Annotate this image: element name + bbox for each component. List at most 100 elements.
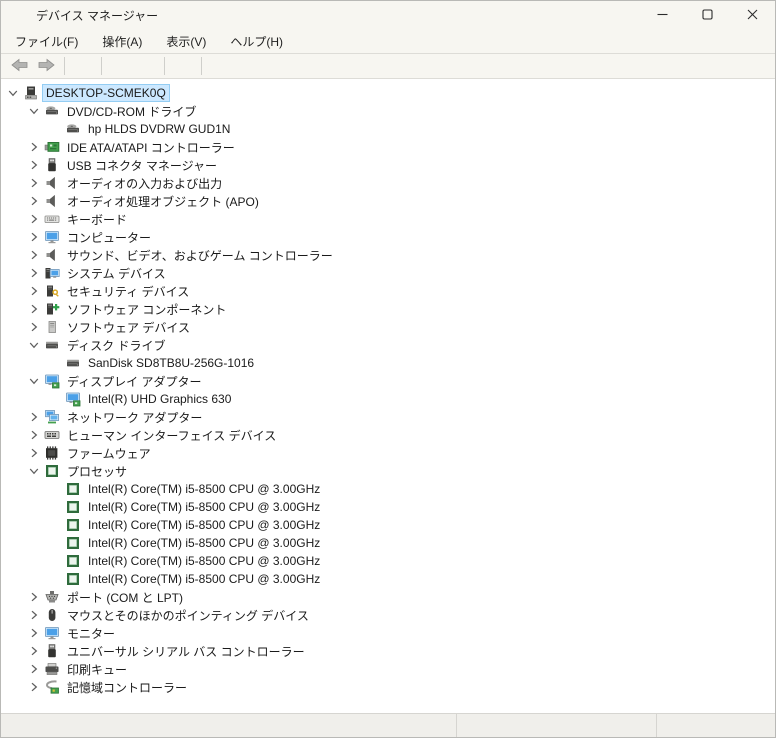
chevron-right-icon[interactable] [24, 319, 44, 335]
tree-item[interactable]: Intel(R) Core(TM) i5-8500 CPU @ 3.00GHz [1, 552, 775, 570]
tree-item[interactable]: 記憶域コントローラー [1, 678, 775, 696]
chevron-right-icon[interactable] [24, 247, 44, 263]
tree-item[interactable]: Intel(R) Core(TM) i5-8500 CPU @ 3.00GHz [1, 534, 775, 552]
tree-item[interactable]: モニター [1, 624, 775, 642]
close-icon [747, 8, 758, 23]
cpu-icon [65, 517, 81, 533]
device-tree: DESKTOP-SCMEK0Q DVD/CD-ROM ドライブ hp HLDS DV… [1, 79, 775, 713]
chevron-right-icon[interactable] [24, 409, 44, 425]
tree-item[interactable]: サウンド、ビデオ、およびゲーム コントローラー [1, 246, 775, 264]
window-title: デバイス マネージャー [36, 9, 159, 23]
speaker-icon [44, 247, 60, 263]
chevron-down-icon[interactable] [24, 103, 44, 119]
chevron-right-icon[interactable] [24, 661, 44, 677]
chevron-right-icon[interactable] [24, 175, 44, 191]
device-manager-icon [12, 8, 28, 24]
storage-controller-icon [44, 679, 60, 695]
tree-item[interactable]: IDE ATA/ATAPI コントローラー [1, 138, 775, 156]
tree-item[interactable]: Intel(R) UHD Graphics 630 [1, 390, 775, 408]
chevron-down-icon[interactable] [24, 373, 44, 389]
chevron-right-icon[interactable] [24, 139, 44, 155]
tree-item-label: hp HLDS DVDRW GUD1N [88, 122, 231, 136]
menu-item-2[interactable]: 表示(V) [157, 30, 215, 53]
tree-item[interactable]: USB コネクタ マネージャー [1, 156, 775, 174]
forward-button[interactable] [34, 55, 58, 77]
minimize-button[interactable] [640, 1, 685, 30]
disk-drive-icon [44, 337, 60, 353]
chevron-right-icon[interactable] [24, 157, 44, 173]
tree-item[interactable]: オーディオ処理オブジェクト (APO) [1, 192, 775, 210]
tree-item[interactable]: コンピューター [1, 228, 775, 246]
ide-controller-icon [44, 139, 60, 155]
tree-item[interactable]: ネットワーク アダプター [1, 408, 775, 426]
chevron-right-icon[interactable] [24, 229, 44, 245]
tree-item[interactable]: ディスク ドライブ [1, 336, 775, 354]
monitor-icon [44, 229, 60, 245]
tree-item[interactable]: プロセッサ [1, 462, 775, 480]
tree-item[interactable]: セキュリティ デバイス [1, 282, 775, 300]
chevron-right-icon[interactable] [24, 211, 44, 227]
tree-item[interactable]: Intel(R) Core(TM) i5-8500 CPU @ 3.00GHz [1, 516, 775, 534]
menu-item-1[interactable]: 操作(A) [93, 30, 151, 53]
status-pane-left [1, 714, 456, 737]
maximize-button[interactable] [685, 1, 730, 30]
tree-item[interactable]: Intel(R) Core(TM) i5-8500 CPU @ 3.00GHz [1, 480, 775, 498]
tree-item[interactable]: キーボード [1, 210, 775, 228]
tree-item[interactable]: ユニバーサル シリアル バス コントローラー [1, 642, 775, 660]
title-bar: デバイス マネージャー [1, 1, 775, 30]
show-console-tree-button[interactable] [71, 55, 98, 85]
tree-item-label: ディスプレイ アダプター [67, 374, 202, 389]
tree-item-label: Intel(R) Core(TM) i5-8500 CPU @ 3.00GHz [88, 554, 321, 568]
close-button[interactable] [730, 1, 775, 30]
chevron-right-icon[interactable] [24, 265, 44, 281]
chevron-right-icon[interactable] [24, 301, 44, 317]
chevron-right-icon[interactable] [24, 445, 44, 461]
toolbar-separator [201, 57, 202, 75]
help-button[interactable]: ? [108, 55, 134, 86]
chevron-right-icon[interactable] [24, 679, 44, 695]
tree-item[interactable]: 印刷キュー [1, 660, 775, 678]
menu-item-3[interactable]: ヘルプ(H) [221, 30, 292, 53]
tree-item-label: Intel(R) Core(TM) i5-8500 CPU @ 3.00GHz [88, 482, 321, 496]
remote-computer-button[interactable] [208, 55, 236, 85]
tree-item[interactable]: ヒューマン インターフェイス デバイス [1, 426, 775, 444]
firmware-icon [44, 445, 60, 461]
tree-item[interactable]: マウスとそのほかのポインティング デバイス [1, 606, 775, 624]
tree-item[interactable]: ディスプレイ アダプター [1, 372, 775, 390]
tree-item[interactable]: SanDisk SD8TB8U-256G-1016 [1, 354, 775, 372]
cpu-icon [65, 499, 81, 515]
chevron-right-icon[interactable] [24, 607, 44, 623]
keyboard-icon [44, 211, 60, 227]
speaker-icon [44, 175, 60, 191]
show-action-pane-button[interactable] [134, 55, 161, 85]
disk-drive-icon [65, 355, 81, 371]
chevron-right-icon[interactable] [24, 193, 44, 209]
chevron-right-icon[interactable] [24, 283, 44, 299]
tree-item[interactable]: ポート (COM と LPT) [1, 588, 775, 606]
tree-item[interactable]: オーディオの入力および出力 [1, 174, 775, 192]
scan-hardware-changes-button[interactable] [171, 55, 199, 84]
chevron-right-icon[interactable] [24, 643, 44, 659]
chevron-right-icon[interactable] [24, 625, 44, 641]
chevron-down-icon[interactable] [24, 337, 44, 353]
back-button[interactable] [8, 55, 32, 77]
tree-item[interactable]: ソフトウェア コンポーネント [1, 300, 775, 318]
menu-item-0[interactable]: ファイル(F) [6, 30, 87, 53]
chevron-down-icon[interactable] [3, 85, 23, 101]
chevron-right-icon[interactable] [24, 427, 44, 443]
tree-item[interactable]: hp HLDS DVDRW GUD1N [1, 120, 775, 138]
tree-item[interactable]: ソフトウェア デバイス [1, 318, 775, 336]
chevron-right-icon[interactable] [24, 589, 44, 605]
chevron-down-icon[interactable] [24, 463, 44, 479]
toolbar-separator [101, 57, 102, 75]
cpu-icon [65, 481, 81, 497]
tree-item-label: Intel(R) Core(TM) i5-8500 CPU @ 3.00GHz [88, 500, 321, 514]
tree-item[interactable]: システム デバイス [1, 264, 775, 282]
cd-drive-icon [65, 121, 81, 137]
tree-item[interactable]: ファームウェア [1, 444, 775, 462]
tree-item[interactable]: Intel(R) Core(TM) i5-8500 CPU @ 3.00GHz [1, 570, 775, 588]
system-devices-icon [44, 265, 60, 281]
tree-item[interactable]: Intel(R) Core(TM) i5-8500 CPU @ 3.00GHz [1, 498, 775, 516]
tree-item[interactable]: DESKTOP-SCMEK0Q [1, 84, 775, 102]
tree-item[interactable]: DVD/CD-ROM ドライブ [1, 102, 775, 120]
